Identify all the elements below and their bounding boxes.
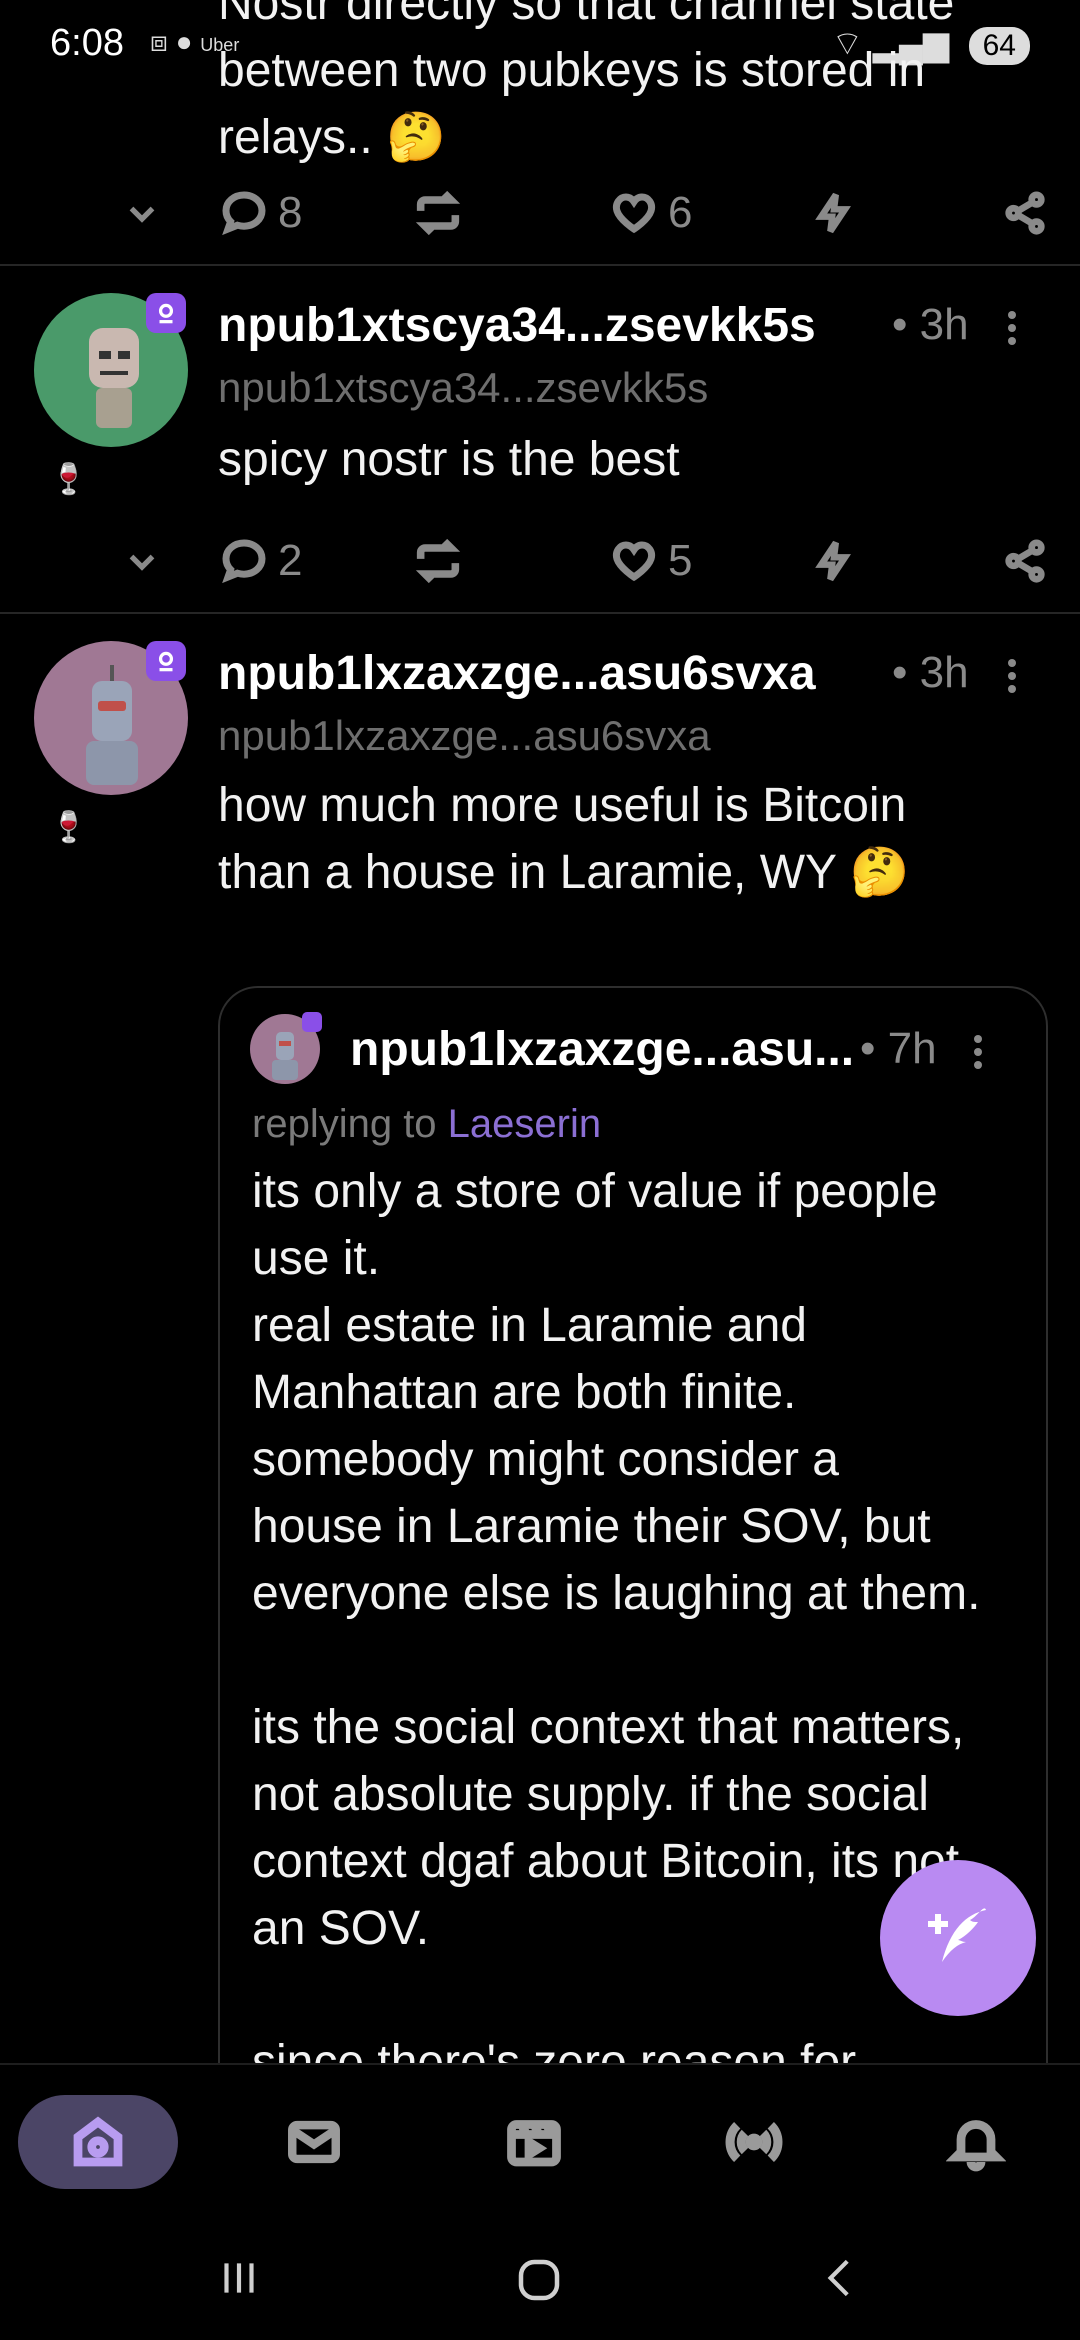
post-partial-actions: 8 6	[0, 178, 1080, 248]
post-time: • 3h	[892, 300, 969, 349]
quoted-text-line: house in Laramie their SOV, but	[252, 1500, 931, 1553]
post-partial-line: relays.. 🤔	[218, 111, 446, 164]
post-text-line: how much more useful is Bitcoin	[218, 779, 907, 832]
quoted-text-line: somebody might consider a	[252, 1433, 839, 1486]
zap-icon	[815, 192, 851, 234]
quoted-text-line: everyone else is laughing at them.	[252, 1567, 981, 1620]
more-options-icon[interactable]	[1006, 306, 1018, 350]
post-divider	[0, 264, 1080, 266]
replying-to: replying to Laeserin	[252, 1102, 601, 1147]
quoted-text-line: use it.	[252, 1232, 381, 1285]
zap-button[interactable]	[812, 178, 856, 248]
post-partial-text: Nostr directly so that channel state bet…	[218, 0, 1038, 171]
expand-chevron-icon[interactable]	[124, 526, 160, 596]
messages-icon	[288, 2120, 340, 2164]
quoted-text-line: its only a store of value if people	[252, 1165, 938, 1218]
reply-button[interactable]: 2	[220, 526, 302, 596]
post-text: how much more useful is Bitcoin than a h…	[218, 772, 1038, 906]
quoted-text-line: its the social context that matters,	[252, 1701, 965, 1754]
repost-icon	[415, 538, 461, 584]
share-button[interactable]	[1002, 178, 1048, 248]
post-time: • 3h	[892, 648, 969, 697]
author-handle: npub1xtscya34...zsevkk5s	[218, 364, 709, 411]
post-divider	[0, 612, 1080, 614]
post-partial-line: between two pubkeys is stored in	[218, 44, 926, 97]
replying-to-prefix: replying to	[252, 1102, 448, 1146]
quoted-text-line: real estate in Laramie and	[252, 1299, 807, 1352]
heart-icon	[612, 193, 656, 234]
quoted-author-name[interactable]: npub1lxzaxzge...asu...	[350, 1022, 854, 1077]
share-icon	[1005, 191, 1045, 235]
replying-to-link[interactable]: Laeserin	[448, 1102, 601, 1146]
live-icon	[725, 2121, 783, 2163]
share-icon	[1005, 539, 1045, 583]
quoted-text-line: not absolute supply. if the social	[252, 1768, 929, 1821]
quoted-text-line: Manhattan are both finite.	[252, 1366, 797, 1419]
verified-badge-icon	[302, 1012, 322, 1032]
zap-button[interactable]	[812, 526, 856, 596]
notifications-icon	[946, 2120, 1006, 2172]
heart-icon	[612, 541, 656, 582]
post-text: spicy nostr is the best	[218, 433, 680, 486]
author-name[interactable]: npub1lxzaxzge...asu6svxa	[218, 646, 816, 701]
repost-button[interactable]	[412, 178, 464, 248]
post-text-line: than a house in Laramie, WY 🤔	[218, 846, 910, 899]
reply-count: 2	[278, 536, 303, 585]
nav-messages[interactable]	[264, 2095, 364, 2189]
verified-badge-icon	[146, 641, 186, 681]
post-actions: 2 5	[0, 526, 1080, 596]
zap-icon	[815, 540, 851, 582]
quoted-post-time: • 7h	[860, 1024, 937, 1073]
like-count: 5	[668, 536, 693, 585]
nav-live[interactable]	[704, 2095, 804, 2189]
reply-button[interactable]: 8	[220, 178, 302, 248]
back-icon[interactable]	[816, 2253, 866, 2308]
like-button[interactable]: 6	[610, 178, 692, 248]
bottom-navigation	[0, 2063, 1080, 2215]
wine-glass-icon: 🍷	[50, 811, 88, 844]
status-time: 6:08	[50, 22, 124, 64]
reply-count: 8	[278, 188, 303, 237]
share-button[interactable]	[1002, 526, 1048, 596]
chat-icon: ●	[175, 26, 193, 57]
comment-icon	[222, 539, 266, 584]
screenshot-icon: ⧈	[150, 26, 168, 57]
quoted-more-options-icon[interactable]	[972, 1030, 984, 1074]
more-options-icon[interactable]	[1006, 654, 1018, 698]
expand-chevron-icon[interactable]	[124, 178, 160, 248]
quill-plus-icon	[928, 1908, 986, 1962]
wine-glass-icon: 🍷	[50, 463, 88, 496]
comment-icon	[222, 191, 266, 236]
quoted-note[interactable]: npub1lxzaxzge...asu... • 7h replying to …	[218, 986, 1048, 2190]
repost-button[interactable]	[412, 526, 464, 596]
home-icon	[73, 2116, 123, 2167]
system-navigation-bar	[0, 2213, 1080, 2340]
nav-notifications[interactable]	[926, 2095, 1026, 2189]
home-system-icon[interactable]	[512, 2253, 566, 2312]
author-name[interactable]: npub1xtscya34...zsevkk5s	[218, 298, 816, 353]
like-count: 6	[668, 188, 693, 237]
nav-home[interactable]	[18, 2095, 178, 2189]
author-handle: npub1lxzaxzge...asu6svxa	[218, 712, 711, 759]
like-button[interactable]: 5	[610, 526, 692, 596]
video-icon	[507, 2120, 561, 2167]
quoted-text-line	[252, 1627, 1032, 1694]
repost-icon	[415, 190, 461, 236]
verified-badge-icon	[146, 293, 186, 333]
post-partial-line: Nostr directly so that channel state	[218, 0, 955, 30]
recent-apps-icon[interactable]	[214, 2253, 264, 2308]
compose-button[interactable]	[880, 1860, 1036, 2016]
nav-video[interactable]	[484, 2095, 584, 2189]
